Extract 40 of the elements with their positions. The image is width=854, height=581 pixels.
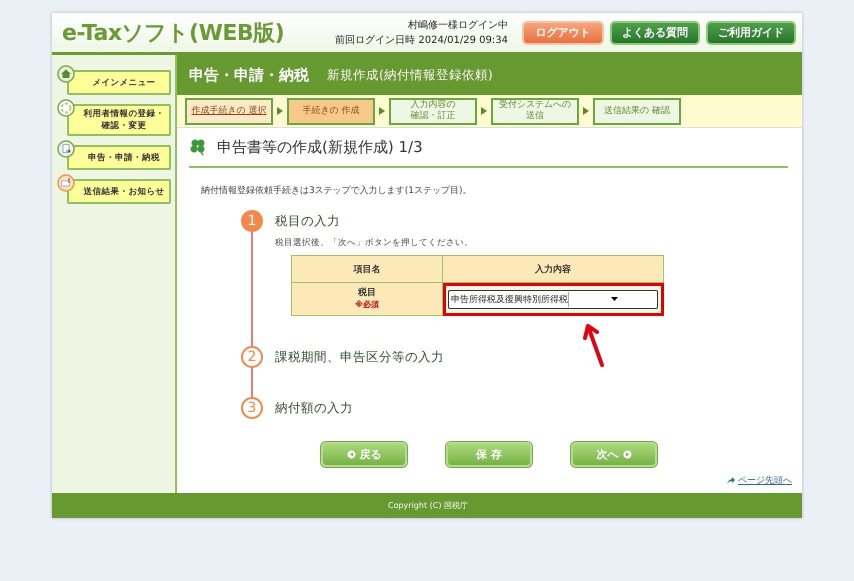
page-heading: 申告書等の作成(新規作成) 1/3	[217, 138, 423, 156]
clover-icon	[189, 138, 207, 156]
step-number: 1	[241, 210, 263, 232]
copyright-footer: Copyright (C) 国税庁	[52, 493, 802, 518]
sidebar-menu-item[interactable]: メインメニュー	[67, 70, 171, 95]
last-login-label: 前回ログイン日時	[335, 34, 416, 46]
hint-text: 税目選択後、「次へ」ボタンを押してください。	[275, 237, 474, 249]
section-title: 申告・申請・納税	[189, 66, 309, 84]
field-label: 税目	[356, 288, 377, 299]
page-top-link[interactable]: ページ先頭へ	[738, 474, 792, 487]
envelope-icon	[57, 174, 75, 192]
sidebar-menu-item[interactable]: 利用者情報の登録・ 確認・変更	[67, 104, 171, 136]
user-status: 村嶋修一様ログイン中	[407, 18, 508, 32]
up-arrow-icon	[726, 476, 736, 485]
last-login-time: 2024/01/29 09:34	[418, 34, 508, 46]
home-icon	[57, 65, 75, 83]
step-title: 課税期間、申告区分等の入力	[275, 348, 445, 366]
step-indicator: 手続きの 作成	[287, 98, 375, 124]
column-header: 入力内容	[442, 256, 664, 282]
sidebar-menu-item[interactable]: 申告・申請・納税	[67, 145, 171, 170]
step-indicator: 送信結果の 確認	[593, 98, 681, 124]
tax-select[interactable]: 申告所得税及復興特別所得税	[448, 290, 658, 308]
section-subtitle: 新規作成(納付情報登録依頼)	[327, 66, 493, 84]
sidebar-menu-item[interactable]: 送信結果・お知らせ	[67, 179, 171, 204]
document-icon	[57, 140, 75, 158]
step-number: 3	[241, 397, 263, 419]
step-indicator: 受付システムへの 送信	[491, 98, 579, 124]
step-title: 税目の入力	[275, 212, 341, 230]
app-logo: e-Taxソフト(WEB版)	[62, 20, 284, 48]
step-title: 納付額の入力	[275, 399, 354, 417]
column-header: 項目名	[292, 256, 442, 282]
required-mark: ※必須	[354, 299, 380, 310]
intro-text: 納付情報登録依頼手続きは3ステップで入力します(1ステップ目)。	[201, 184, 472, 197]
step-indicator: 入力内容の 確認・訂正	[389, 98, 477, 124]
nav-button[interactable]: よくある質問	[610, 20, 700, 44]
circle-icon	[57, 99, 75, 117]
step-number: 2	[241, 346, 263, 368]
left-circle-icon	[346, 450, 356, 459]
nav-button[interactable]: ご利用ガイド	[706, 20, 796, 44]
right-circle-icon	[622, 450, 632, 459]
